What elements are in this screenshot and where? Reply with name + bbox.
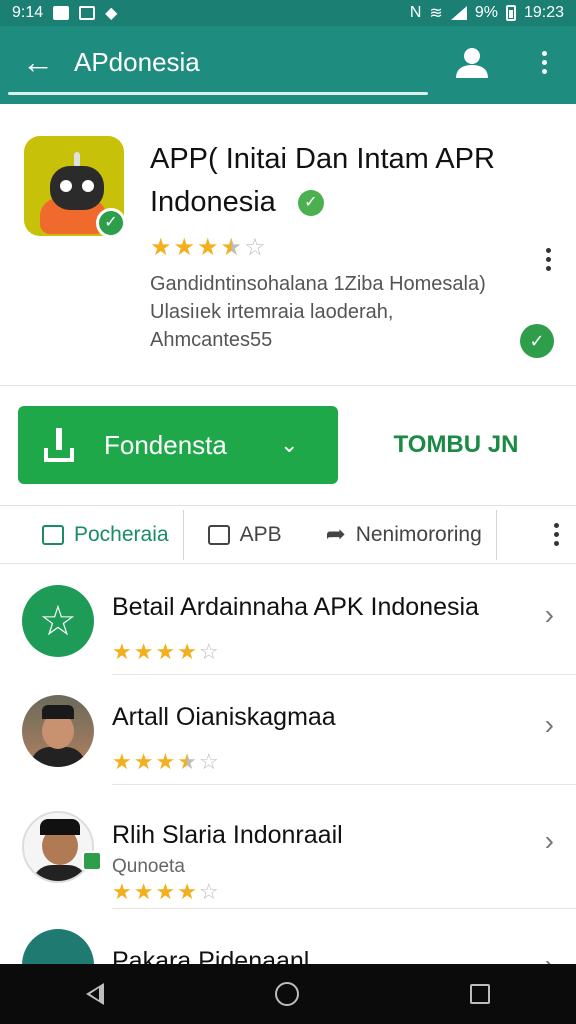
status-time-right: 19:23	[523, 4, 564, 21]
star-icon: ★	[155, 749, 176, 774]
nav-back-icon[interactable]	[85, 983, 104, 1005]
tab-label: APB	[239, 522, 282, 546]
battery-percent: 9%	[474, 4, 498, 21]
action-row: Fondensta ⌄ TOMBU JN	[0, 386, 576, 506]
app-description-line: Ahmcantes55	[150, 329, 273, 351]
star-icon: ★	[155, 639, 176, 664]
tab-bar: Pocheraia APB ➦ Nenimororing	[0, 506, 576, 564]
app-bar-title: APdonesia	[74, 47, 200, 77]
nav-recents-icon[interactable]	[470, 984, 491, 1004]
list-item-stars: ★ ★ ★ ★ ☆	[112, 881, 219, 903]
download-icon	[44, 428, 74, 462]
tab-divider	[495, 509, 497, 560]
app-title: APP( Initai Dan Intam APR Indonesia ✓	[150, 138, 520, 224]
star-icon: ★	[112, 879, 132, 904]
secondary-action-button[interactable]: TOMBU JN	[356, 406, 556, 484]
star-icon: ★	[155, 879, 176, 904]
star-icon: ★	[177, 639, 197, 664]
tab-apb[interactable]: APB	[184, 506, 296, 564]
avatar	[22, 811, 94, 883]
star-icon: ★	[112, 639, 132, 664]
back-arrow-icon[interactable]: ←	[20, 44, 56, 80]
star-icon: ★	[133, 749, 154, 774]
status-time-left: 9:14	[12, 4, 44, 21]
robot-head	[50, 166, 104, 210]
nfc-icon: N	[409, 4, 422, 21]
notification-icon	[53, 6, 70, 20]
avatar	[22, 695, 94, 767]
app-more-button[interactable]	[538, 244, 558, 274]
list-item-stars: ★ ★ ★ ★ ☆	[112, 641, 219, 663]
list-item[interactable]: Artall Oianiskagmaa ★ ★ ★ ★ ☆ ›	[22, 675, 576, 785]
star-icon: ★	[177, 879, 197, 904]
star-half-icon: ★	[177, 749, 197, 774]
image-icon	[207, 524, 230, 545]
overflow-menu-button[interactable]	[532, 42, 556, 82]
more-vert-icon	[536, 506, 576, 564]
list-item-stars: ★ ★ ★ ★ ☆	[112, 751, 219, 773]
app-description-line: Gandidntinsohalana 1Ziba Homesala)	[150, 273, 486, 295]
app-rating-stars: ★ ★ ★ ★ ☆	[150, 236, 266, 260]
tab-label: Pocheraia	[74, 522, 169, 546]
system-nav-bar	[0, 964, 576, 1024]
image-notification-icon	[79, 6, 96, 20]
chevron-down-icon: ⌄	[280, 432, 299, 457]
tab-label: Nenimororing	[355, 522, 482, 546]
star-icon: ★	[197, 234, 219, 261]
star-icon: ★	[150, 234, 172, 261]
star-icon: ★	[173, 234, 196, 261]
app-bar: ← APdonesia	[0, 26, 576, 104]
person-icon	[456, 48, 488, 78]
app-title-line2: Indonesia ✓	[150, 181, 520, 224]
app-title-line1: APP( Initai Dan Intam APR	[150, 143, 495, 175]
app-icon: ✓	[24, 136, 124, 236]
list-item[interactable]: Betail Ardainnaha APK Indonesia ★ ★ ★ ★ …	[22, 565, 576, 675]
star-empty-icon: ☆	[198, 749, 219, 774]
tab-more-button[interactable]	[536, 506, 576, 564]
nav-home-icon[interactable]	[274, 982, 299, 1006]
list-item-title: Artall Oianiskagmaa	[112, 703, 336, 731]
search-underline	[8, 92, 428, 95]
profile-button[interactable]	[452, 42, 492, 82]
install-button-label: Fondensta	[104, 430, 227, 460]
screen: 9:14 ◆ N ≋ 9% 19:23 ← APdonesia ✓ APP(I…	[0, 0, 576, 1024]
list-item[interactable]: Rlih Slaria Indonraail Qunoeta ★ ★ ★ ★ ☆…	[22, 785, 576, 909]
verified-badge-icon: ✓	[96, 208, 124, 236]
status-bar: 9:14 ◆ N ≋ 9% 19:23	[0, 0, 576, 26]
star-empty-icon: ☆	[244, 234, 266, 261]
list-item-subtitle: Qunoeta	[112, 856, 185, 877]
shield-notification-icon: ◆	[105, 5, 118, 22]
share-icon[interactable]: ✓	[520, 324, 554, 358]
install-button[interactable]: Fondensta ⌄	[18, 406, 338, 484]
more-vert-icon	[532, 42, 556, 82]
chevron-right-icon: ›	[544, 599, 554, 630]
list-item-title: Rlih Slaria Indonraail	[112, 821, 343, 849]
star-icon: ★	[112, 749, 132, 774]
tab-nenimororing[interactable]: ➦ Nenimororing	[296, 506, 496, 564]
star-icon: ★	[133, 879, 154, 904]
robot-eye-right	[82, 180, 94, 192]
more-vert-icon	[538, 244, 558, 274]
star-empty-icon: ☆	[198, 879, 219, 904]
app-title-line2-text: Indonesia	[150, 186, 276, 218]
share-arrow-icon: ➦	[325, 521, 346, 548]
star-icon: ★	[133, 639, 154, 664]
star-half-icon: ★	[220, 234, 243, 261]
chevron-right-icon: ›	[544, 825, 554, 856]
chevron-right-icon: ›	[544, 709, 554, 740]
tab-pocheraia[interactable]: Pocheraia	[0, 506, 183, 564]
star-badge-icon	[22, 585, 94, 657]
signal-icon	[450, 6, 467, 20]
chart-icon	[42, 524, 64, 545]
battery-icon	[505, 5, 516, 21]
robot-eye-left	[60, 180, 72, 192]
app-list: Betail Ardainnaha APK Indonesia ★ ★ ★ ★ …	[0, 565, 576, 1019]
check-circle-icon: ✓	[297, 190, 324, 217]
app-description-line: Ulasiıek irtemraia laoderah,	[150, 301, 394, 323]
app-description: Gandidntinsohalana 1Ziba Homesala) Ulasi…	[150, 270, 520, 354]
star-empty-icon: ☆	[198, 639, 219, 664]
verified-badge-icon	[82, 851, 102, 871]
wifi-icon: ≋	[429, 5, 443, 22]
list-item-title: Betail Ardainnaha APK Indonesia	[112, 593, 479, 621]
